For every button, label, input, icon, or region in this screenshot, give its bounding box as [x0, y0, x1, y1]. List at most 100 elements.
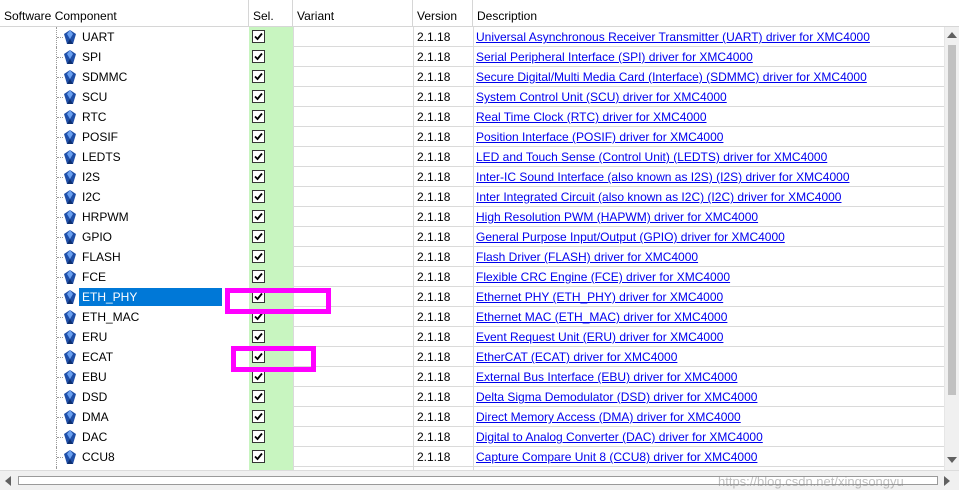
- select-checkbox[interactable]: [252, 270, 265, 283]
- table-row[interactable]: CCU8 2.1.18 Capture Compare Unit 8 (CCU8) …: [0, 447, 944, 467]
- table-row[interactable]: GPIO 2.1.18 General Purpose Input/Output (…: [0, 227, 944, 247]
- component-name[interactable]: DMA: [79, 408, 112, 426]
- select-checkbox[interactable]: [252, 230, 265, 243]
- variant-cell[interactable]: [293, 207, 413, 227]
- table-row[interactable]: HRPWM 2.1.18 High Resolution PWM (HAPWM) d…: [0, 207, 944, 227]
- variant-cell[interactable]: [293, 87, 413, 107]
- vertical-scroll-thumb[interactable]: [948, 45, 956, 395]
- component-name[interactable]: LEDTS: [79, 148, 124, 166]
- variant-cell[interactable]: [293, 427, 413, 447]
- description-link[interactable]: System Control Unit (SCU) driver for XMC…: [476, 87, 727, 106]
- component-name[interactable]: DSD: [79, 388, 110, 406]
- description-link[interactable]: Real Time Clock (RTC) driver for XMC4000: [476, 107, 707, 126]
- description-link[interactable]: General Purpose Input/Output (GPIO) driv…: [476, 227, 785, 246]
- component-name[interactable]: GPIO: [79, 228, 115, 246]
- select-checkbox[interactable]: [252, 50, 265, 63]
- component-name[interactable]: CCU8: [79, 448, 118, 466]
- component-name[interactable]: SDMMC: [79, 68, 130, 86]
- component-name[interactable]: SPI: [79, 48, 104, 66]
- variant-cell[interactable]: [293, 227, 413, 247]
- variant-cell[interactable]: [293, 267, 413, 287]
- description-link[interactable]: Delta Sigma Demodulator (DSD) driver for…: [476, 387, 758, 406]
- description-link[interactable]: Direct Memory Access (DMA) driver for XM…: [476, 407, 741, 426]
- description-link[interactable]: Ethernet PHY (ETH_PHY) driver for XMC400…: [476, 287, 724, 306]
- variant-cell[interactable]: [293, 327, 413, 347]
- description-link[interactable]: Capture Compare Unit 8 (CCU8) driver for…: [476, 447, 758, 466]
- select-checkbox[interactable]: [252, 30, 265, 43]
- select-checkbox[interactable]: [252, 430, 265, 443]
- description-link[interactable]: Position Interface (POSIF) driver for XM…: [476, 127, 724, 146]
- select-checkbox[interactable]: [252, 130, 265, 143]
- variant-cell[interactable]: [293, 127, 413, 147]
- table-row[interactable]: FLASH 2.1.18 Flash Driver (FLASH) driver f…: [0, 247, 944, 267]
- select-checkbox[interactable]: [252, 150, 265, 163]
- header-variant[interactable]: Variant: [293, 0, 413, 26]
- scroll-up-arrow-icon[interactable]: [947, 32, 957, 38]
- vertical-scrollbar[interactable]: [944, 27, 959, 470]
- select-checkbox[interactable]: [252, 190, 265, 203]
- table-row[interactable]: DAC 2.1.18 Digital to Analog Converter (DA…: [0, 427, 944, 447]
- description-link[interactable]: Ethernet MAC (ETH_MAC) driver for XMC400…: [476, 307, 728, 326]
- variant-cell[interactable]: [293, 407, 413, 427]
- table-row[interactable]: I2C 2.1.18 Inter Integrated Circuit (also …: [0, 187, 944, 207]
- description-link[interactable]: LED and Touch Sense (Control Unit) (LEDT…: [476, 147, 828, 166]
- description-link[interactable]: EtherCAT (ECAT) driver for XMC4000: [476, 347, 678, 366]
- description-link[interactable]: Inter Integrated Circuit (also known as …: [476, 187, 842, 206]
- select-checkbox[interactable]: [252, 170, 265, 183]
- component-name[interactable]: SCU: [79, 88, 110, 106]
- table-row[interactable]: ETH_PHY 2.1.18 Ethernet PHY (ETH_PHY) driv…: [0, 287, 944, 307]
- description-link[interactable]: High Resolution PWM (HAPWM) driver for X…: [476, 207, 759, 226]
- table-row[interactable]: FCE 2.1.18 Flexible CRC Engine (FCE) drive…: [0, 267, 944, 287]
- component-name[interactable]: ETH_MAC: [79, 308, 142, 326]
- select-checkbox[interactable]: [252, 110, 265, 123]
- select-checkbox[interactable]: [252, 90, 265, 103]
- component-name[interactable]: RTC: [79, 108, 109, 126]
- variant-cell[interactable]: [293, 167, 413, 187]
- variant-cell[interactable]: [293, 27, 413, 47]
- description-link[interactable]: Secure Digital/Multi Media Card (Interfa…: [476, 67, 867, 86]
- variant-cell[interactable]: [293, 447, 413, 467]
- header-version[interactable]: Version: [413, 0, 473, 26]
- description-link[interactable]: Flexible CRC Engine (FCE) driver for XMC…: [476, 267, 731, 286]
- table-row[interactable]: DSD 2.1.18 Delta Sigma Demodulator (DSD) d…: [0, 387, 944, 407]
- component-name[interactable]: I2C: [79, 188, 104, 206]
- table-row[interactable]: POSIF 2.1.18 Position Interface (POSIF) dr…: [0, 127, 944, 147]
- variant-cell[interactable]: [293, 67, 413, 87]
- variant-cell[interactable]: [293, 47, 413, 67]
- component-name[interactable]: FLASH: [79, 248, 124, 266]
- description-link[interactable]: Inter-IC Sound Interface (also known as …: [476, 167, 850, 186]
- table-row[interactable]: SDMMC 2.1.18 Secure Digital/Multi Media Ca…: [0, 67, 944, 87]
- table-row[interactable]: EBU 2.1.18 External Bus Interface (EBU) dr…: [0, 367, 944, 387]
- table-row[interactable]: ETH_MAC 2.1.18 Ethernet MAC (ETH_MAC) driv…: [0, 307, 944, 327]
- table-row[interactable]: I2S 2.1.18 Inter-IC Sound Interface (also …: [0, 167, 944, 187]
- header-sel[interactable]: Sel.: [249, 0, 293, 26]
- description-link[interactable]: Universal Asynchronous Receiver Transmit…: [476, 27, 870, 46]
- table-row[interactable]: DMA 2.1.18 Direct Memory Access (DMA) driv…: [0, 407, 944, 427]
- header-software-component[interactable]: Software Component: [0, 0, 249, 26]
- variant-cell[interactable]: [293, 387, 413, 407]
- scroll-down-arrow-icon[interactable]: [947, 457, 957, 463]
- table-row[interactable]: UART 2.1.18 Universal Asynchronous Receive…: [0, 27, 944, 47]
- select-checkbox[interactable]: [252, 250, 265, 263]
- variant-cell[interactable]: [293, 187, 413, 207]
- table-row[interactable]: ECAT 2.1.18 EtherCAT (ECAT) driver for XMC…: [0, 347, 944, 367]
- component-name[interactable]: I2S: [79, 168, 103, 186]
- description-link[interactable]: External Bus Interface (EBU) driver for …: [476, 367, 738, 386]
- table-row[interactable]: SPI 2.1.18 Serial Peripheral Interface (SP…: [0, 47, 944, 67]
- table-row[interactable]: LEDTS 2.1.18 LED and Touch Sense (Control …: [0, 147, 944, 167]
- component-name[interactable]: FCE: [79, 268, 109, 286]
- description-link[interactable]: Serial Peripheral Interface (SPI) driver…: [476, 47, 753, 66]
- table-row[interactable]: ERU 2.1.18 Event Request Unit (ERU) driver…: [0, 327, 944, 347]
- component-name[interactable]: EBU: [79, 368, 110, 386]
- variant-cell[interactable]: [293, 107, 413, 127]
- component-name[interactable]: ECAT: [79, 348, 116, 366]
- scroll-left-arrow-icon[interactable]: [5, 476, 11, 486]
- select-checkbox[interactable]: [252, 390, 265, 403]
- select-checkbox[interactable]: [252, 210, 265, 223]
- table-row[interactable]: RTC 2.1.18 Real Time Clock (RTC) driver fo…: [0, 107, 944, 127]
- component-name[interactable]: HRPWM: [79, 208, 132, 226]
- component-name[interactable]: POSIF: [79, 128, 121, 146]
- component-name[interactable]: UART: [79, 28, 117, 46]
- select-checkbox[interactable]: [252, 450, 265, 463]
- component-name[interactable]: ERU: [79, 328, 110, 346]
